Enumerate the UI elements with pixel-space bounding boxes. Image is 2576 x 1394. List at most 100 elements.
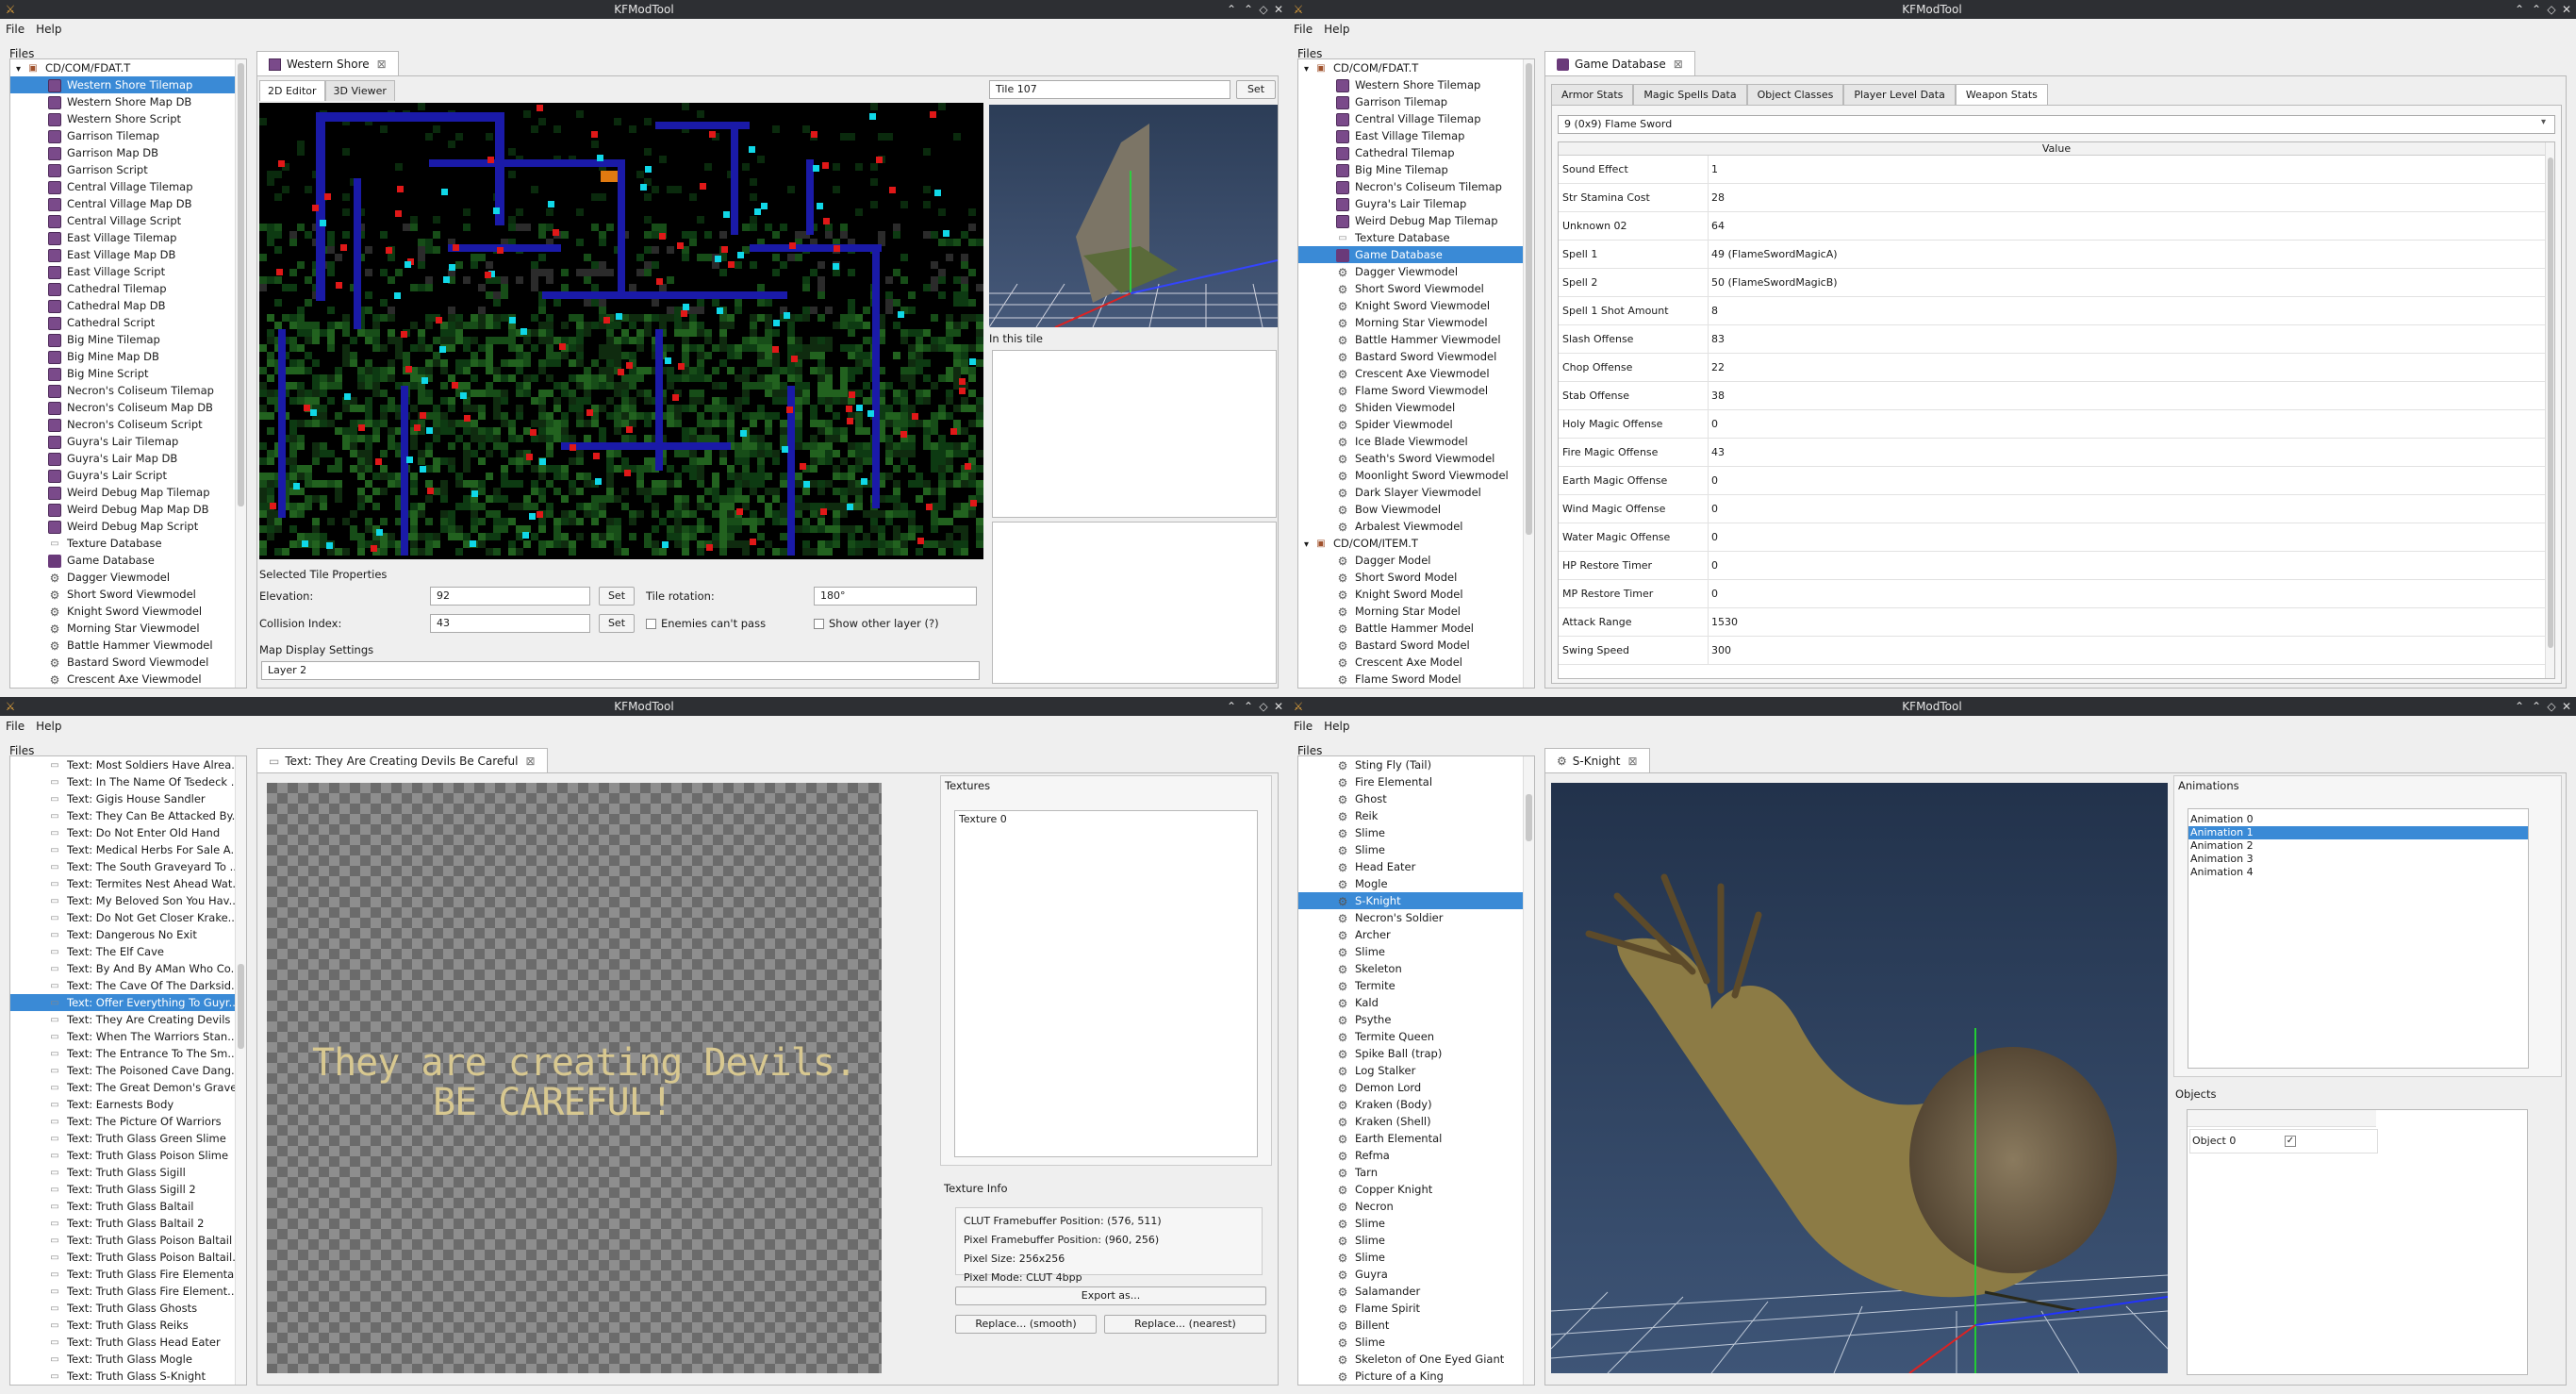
enemies-cant-pass-checkbox[interactable]: Enemies can't pass (646, 616, 766, 631)
tree-item[interactable]: ⚙ Skeleton (1298, 960, 1534, 977)
stat-row[interactable]: Spell 1 49 (FlameSwordMagicA) (1559, 241, 2554, 269)
restore-icon[interactable]: ◇ (2544, 0, 2559, 19)
close-tab-icon[interactable]: ⊠ (377, 58, 387, 71)
tree-item[interactable]: ▭ Text: By And By AMan Who Co... (10, 960, 246, 977)
tree-item[interactable]: ⚙ Dagger Model (1298, 552, 1534, 569)
tree-item[interactable]: ⚙ Log Stalker (1298, 1062, 1534, 1079)
stat-value[interactable]: 38 (1711, 390, 1725, 402)
tree-item[interactable]: ⚙ Fire Elemental (1298, 773, 1534, 790)
tree-item[interactable]: Western Shore Tilemap (10, 76, 246, 93)
tree-item[interactable]: ⚙ Flame Spirit (1298, 1300, 1534, 1317)
tree-item[interactable]: ▭ Text: Truth Glass Reiks (10, 1317, 246, 1334)
tree-item[interactable]: ⚙ Necron (1298, 1198, 1534, 1215)
restore-icon[interactable]: ◇ (2544, 697, 2559, 716)
tree-item[interactable]: Big Mine Tilemap (1298, 161, 1534, 178)
tree-item[interactable]: ▭ Text: Truth Glass Sigill 2 (10, 1181, 246, 1198)
tree-item[interactable]: ⚙ Bastard Sword Viewmodel (1298, 348, 1534, 365)
stat-row[interactable]: Str Stamina Cost 28 (1559, 184, 2554, 212)
tree-item[interactable]: ⚙ Kraken (Shell) (1298, 1113, 1534, 1130)
elevation-set-button[interactable]: Set (599, 587, 635, 606)
minimize-icon[interactable]: ⌃ (1224, 0, 1239, 19)
collision-set-button[interactable]: Set (599, 614, 635, 633)
menu-file[interactable]: File (1288, 19, 1318, 40)
tree-item[interactable]: ▭ Text: Offer Everything To Guyr... (10, 994, 246, 1011)
tree-item[interactable]: ▭ Text: The Cave Of The Darksid... (10, 977, 246, 994)
object-visible-checkbox[interactable]: ✓ (2285, 1136, 2296, 1147)
tree-item[interactable]: ⚙ Skeleton of One Eyed Giant (1298, 1351, 1534, 1368)
stat-row[interactable]: Water Magic Offense 0 (1559, 523, 2554, 552)
tree-item[interactable]: ▭ Text: They Can Be Attacked By... (10, 807, 246, 824)
tree-item[interactable]: ⚙ Billent (1298, 1317, 1534, 1334)
stat-value[interactable]: 0 (1711, 559, 1718, 572)
tree-item[interactable]: ⚙ Shiden Viewmodel (1298, 399, 1534, 416)
replace-nearest-button[interactable]: Replace... (nearest) (1104, 1315, 1266, 1334)
replace-smooth-button[interactable]: Replace... (smooth) (955, 1315, 1097, 1334)
minimize-icon[interactable]: ⌃ (1224, 697, 1239, 716)
tree-item[interactable]: Western Shore Script (10, 110, 246, 127)
expand-toggle-icon[interactable]: ▾ (16, 64, 21, 75)
tile-select[interactable]: Tile 107 (989, 80, 1230, 99)
tree-item[interactable]: Cathedral Tilemap (10, 280, 246, 297)
stat-value[interactable]: 22 (1711, 361, 1725, 373)
stat-row[interactable]: MP Restore Timer 0 (1559, 580, 2554, 608)
tree-item[interactable]: ▭ Text: My Beloved Son You Hav... (10, 892, 246, 909)
tree-scrollbar[interactable] (235, 59, 246, 688)
tree-item[interactable]: Cathedral Script (10, 314, 246, 331)
tree-item[interactable]: ▭ Text: Truth Glass Poison Baltail... (10, 1249, 246, 1266)
restore-icon[interactable]: ◇ (1256, 0, 1271, 19)
tree-item[interactable]: ⚙ Copper Knight (1298, 1181, 1534, 1198)
tree-item[interactable]: ▭ Text: The South Graveyard To ... (10, 858, 246, 875)
stat-row[interactable]: Attack Range 1530 (1559, 608, 2554, 637)
stat-row[interactable]: Unknown 02 64 (1559, 212, 2554, 241)
layer-select[interactable]: Layer 2 (261, 661, 980, 680)
tree-item[interactable]: ▭ Text: In The Name Of Tsedeck ... (10, 773, 246, 790)
tree-item[interactable]: ⚙ Ice Blade Viewmodel (1298, 433, 1534, 450)
weapon-select[interactable]: 9 (0x9) Flame Sword (1558, 115, 2555, 134)
tree-item[interactable]: Necron's Coliseum Tilemap (10, 382, 246, 399)
file-tree[interactable]: ▾ ▣ CD/COM/FDAT.T Western Shore Tilemap West… (9, 58, 247, 689)
tree-item[interactable]: ⚙ Knight Sword Viewmodel (10, 603, 246, 620)
tree-item[interactable]: ▭ Text: Earnests Body (10, 1096, 246, 1113)
close-tab-icon[interactable]: ⊠ (525, 755, 535, 768)
maximize-icon[interactable]: ⌃ (1241, 697, 1256, 716)
object-row[interactable]: Object 0 ✓ (2189, 1129, 2378, 1153)
stat-row[interactable]: Chop Offense 22 (1559, 354, 2554, 382)
stat-row[interactable]: Spell 2 50 (FlameSwordMagicB) (1559, 269, 2554, 297)
tree-item[interactable]: ⚙ Tarn (1298, 1164, 1534, 1181)
tree-item[interactable]: ▭ Texture Database (1298, 229, 1534, 246)
tree-item[interactable]: ⚙ Morning Star Model (1298, 603, 1534, 620)
tree-item[interactable]: ⚙ Knight Sword Viewmodel (1298, 297, 1534, 314)
tree-item[interactable]: ⚙ Slime (1298, 1215, 1534, 1232)
stat-value[interactable]: 28 (1711, 191, 1725, 204)
tree-item[interactable]: ▭ Text: Dangerous No Exit (10, 926, 246, 943)
tree-item[interactable]: ⚙ Sting Fly (Tail) (1298, 756, 1534, 773)
tree-item[interactable]: ⚙ Dark Slayer Viewmodel (1298, 484, 1534, 501)
stat-value[interactable]: 83 (1711, 333, 1725, 345)
menu-file[interactable]: File (1288, 716, 1318, 737)
stat-value[interactable]: 1530 (1711, 616, 1738, 628)
tree-item[interactable]: ▭ Text: The Elf Cave (10, 943, 246, 960)
stat-value[interactable]: 0 (1711, 418, 1718, 430)
tree-scrollbar[interactable] (1523, 756, 1534, 1385)
tree-item[interactable]: ⚙ Dagger Viewmodel (1298, 263, 1534, 280)
menu-help[interactable]: Help (1318, 19, 1355, 40)
tile-set-button[interactable]: Set (1236, 80, 1276, 99)
stat-row[interactable]: Slash Offense 83 (1559, 325, 2554, 354)
tree-item[interactable]: ▭ Text: Truth Glass Fire Elemental (10, 1266, 246, 1283)
tab-3d-viewer[interactable]: 3D Viewer (324, 80, 395, 101)
tab-weapon-stats[interactable]: Weapon Stats (1955, 84, 2048, 105)
tree-item[interactable]: ⚙ Salamander (1298, 1283, 1534, 1300)
tree-item[interactable]: ⚙ Battle Hammer Model (1298, 620, 1534, 637)
tree-item[interactable]: Western Shore Tilemap (1298, 76, 1534, 93)
tree-item[interactable]: ▾ ▣ CD/COM/FDAT.T (10, 59, 246, 76)
close-icon[interactable]: ✕ (2559, 0, 2574, 19)
tree-item[interactable]: Necron's Coliseum Script (10, 416, 246, 433)
show-other-layer-checkbox[interactable]: Show other layer (?) (814, 616, 939, 631)
tree-item[interactable]: East Village Tilemap (1298, 127, 1534, 144)
tree-item[interactable]: ⚙ Kraken (Body) (1298, 1096, 1534, 1113)
menu-file[interactable]: File (0, 19, 30, 40)
tree-item[interactable]: Weird Debug Map Tilemap (1298, 212, 1534, 229)
tab-game-database[interactable]: Game Database ⊠ (1544, 51, 1695, 75)
tab-western-shore[interactable]: Western Shore ⊠ (256, 51, 399, 75)
animation-item[interactable]: Animation 1 (2188, 826, 2528, 839)
